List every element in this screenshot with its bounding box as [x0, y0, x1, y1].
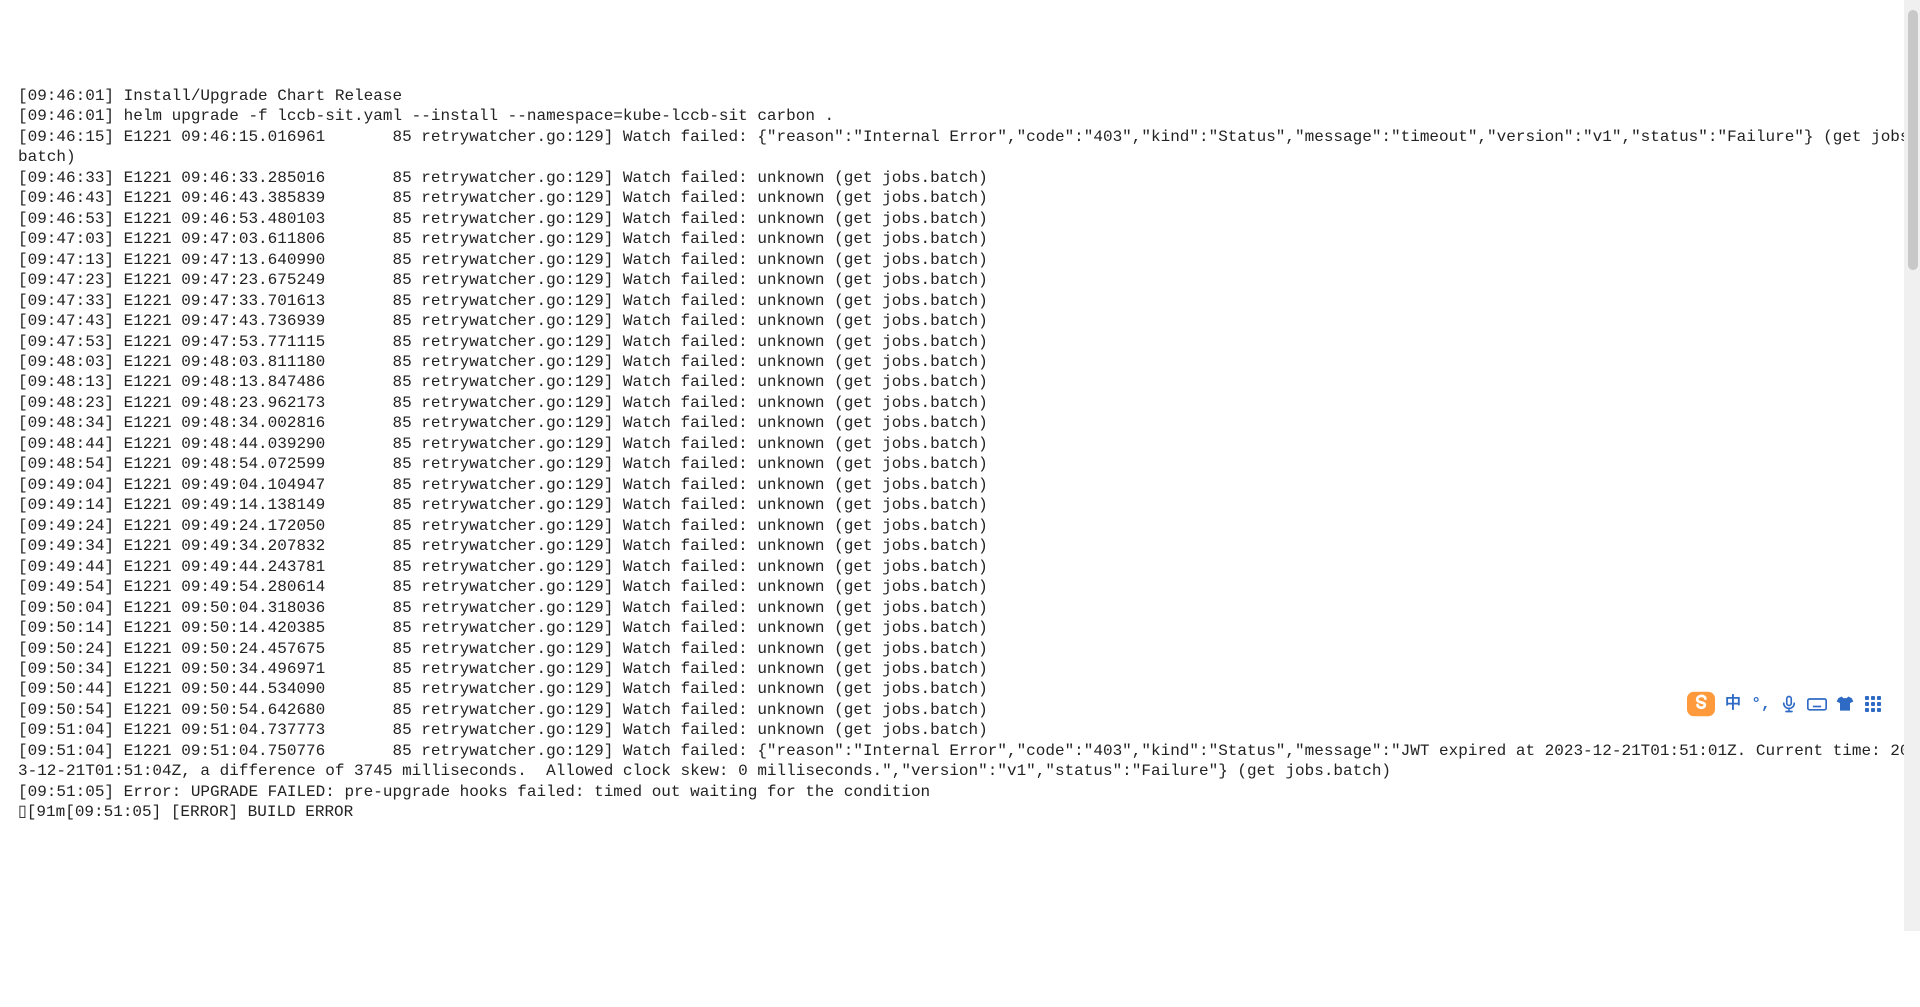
log-line: [09:50:14] E1221 09:50:14.420385 85 retr…	[18, 618, 1920, 638]
log-line: [09:46:01] helm upgrade -f lccb-sit.yaml…	[18, 106, 1920, 126]
log-line: [09:47:33] E1221 09:47:33.701613 85 retr…	[18, 291, 1920, 311]
log-line: [09:48:23] E1221 09:48:23.962173 85 retr…	[18, 393, 1920, 413]
log-line: [09:51:05] Error: UPGRADE FAILED: pre-up…	[18, 782, 1920, 802]
log-line: [09:50:54] E1221 09:50:54.642680 85 retr…	[18, 700, 1920, 720]
log-line: [09:47:13] E1221 09:47:13.640990 85 retr…	[18, 250, 1920, 270]
log-line: [09:49:54] E1221 09:49:54.280614 85 retr…	[18, 577, 1920, 597]
log-line: [09:48:13] E1221 09:48:13.847486 85 retr…	[18, 372, 1920, 392]
tshirt-icon[interactable]	[1834, 693, 1856, 715]
console-log-output: [09:46:01] Install/Upgrade Chart Release…	[18, 86, 1920, 823]
log-line: [09:50:04] E1221 09:50:04.318036 85 retr…	[18, 598, 1920, 618]
microphone-icon[interactable]	[1778, 693, 1800, 715]
log-line: [09:48:34] E1221 09:48:34.002816 85 retr…	[18, 413, 1920, 433]
log-line: [09:49:34] E1221 09:49:34.207832 85 retr…	[18, 536, 1920, 556]
log-line: [09:46:15] E1221 09:46:15.016961 85 retr…	[18, 127, 1920, 168]
log-line: [09:49:24] E1221 09:49:24.172050 85 retr…	[18, 516, 1920, 536]
scrollbar-thumb[interactable]	[1908, 10, 1918, 270]
log-line: [09:50:24] E1221 09:50:24.457675 85 retr…	[18, 639, 1920, 659]
log-line: [09:48:54] E1221 09:48:54.072599 85 retr…	[18, 454, 1920, 474]
log-line: [09:48:03] E1221 09:48:03.811180 85 retr…	[18, 352, 1920, 372]
log-line: [09:50:44] E1221 09:50:44.534090 85 retr…	[18, 679, 1920, 699]
log-line: ▯[91m[09:51:05] [ERROR] BUILD ERROR	[18, 802, 1920, 822]
log-line: [09:51:04] E1221 09:51:04.737773 85 retr…	[18, 720, 1920, 740]
log-line: [09:47:53] E1221 09:47:53.771115 85 retr…	[18, 332, 1920, 352]
log-line: [09:46:01] Install/Upgrade Chart Release	[18, 86, 1920, 106]
log-line: [09:47:23] E1221 09:47:23.675249 85 retr…	[18, 270, 1920, 290]
log-line: [09:47:03] E1221 09:47:03.611806 85 retr…	[18, 229, 1920, 249]
log-line: [09:49:14] E1221 09:49:14.138149 85 retr…	[18, 495, 1920, 515]
log-line: [09:47:43] E1221 09:47:43.736939 85 retr…	[18, 311, 1920, 331]
ime-toolbar[interactable]: 中 °,	[1680, 688, 1890, 720]
ime-punct-indicator[interactable]: °,	[1750, 693, 1772, 715]
log-line: [09:46:43] E1221 09:46:43.385839 85 retr…	[18, 188, 1920, 208]
log-line: [09:48:44] E1221 09:48:44.039290 85 retr…	[18, 434, 1920, 454]
grid-menu-icon[interactable]	[1862, 693, 1884, 715]
log-line: [09:49:04] E1221 09:49:04.104947 85 retr…	[18, 475, 1920, 495]
log-line: [09:46:53] E1221 09:46:53.480103 85 retr…	[18, 209, 1920, 229]
vertical-scrollbar[interactable]	[1904, 0, 1920, 931]
sogou-ime-logo-icon[interactable]	[1686, 690, 1716, 718]
keyboard-icon[interactable]	[1806, 693, 1828, 715]
ime-lang-indicator[interactable]: 中	[1722, 693, 1744, 715]
log-line: [09:51:04] E1221 09:51:04.750776 85 retr…	[18, 741, 1920, 782]
log-line: [09:50:34] E1221 09:50:34.496971 85 retr…	[18, 659, 1920, 679]
log-line: [09:46:33] E1221 09:46:33.285016 85 retr…	[18, 168, 1920, 188]
log-line: [09:49:44] E1221 09:49:44.243781 85 retr…	[18, 557, 1920, 577]
